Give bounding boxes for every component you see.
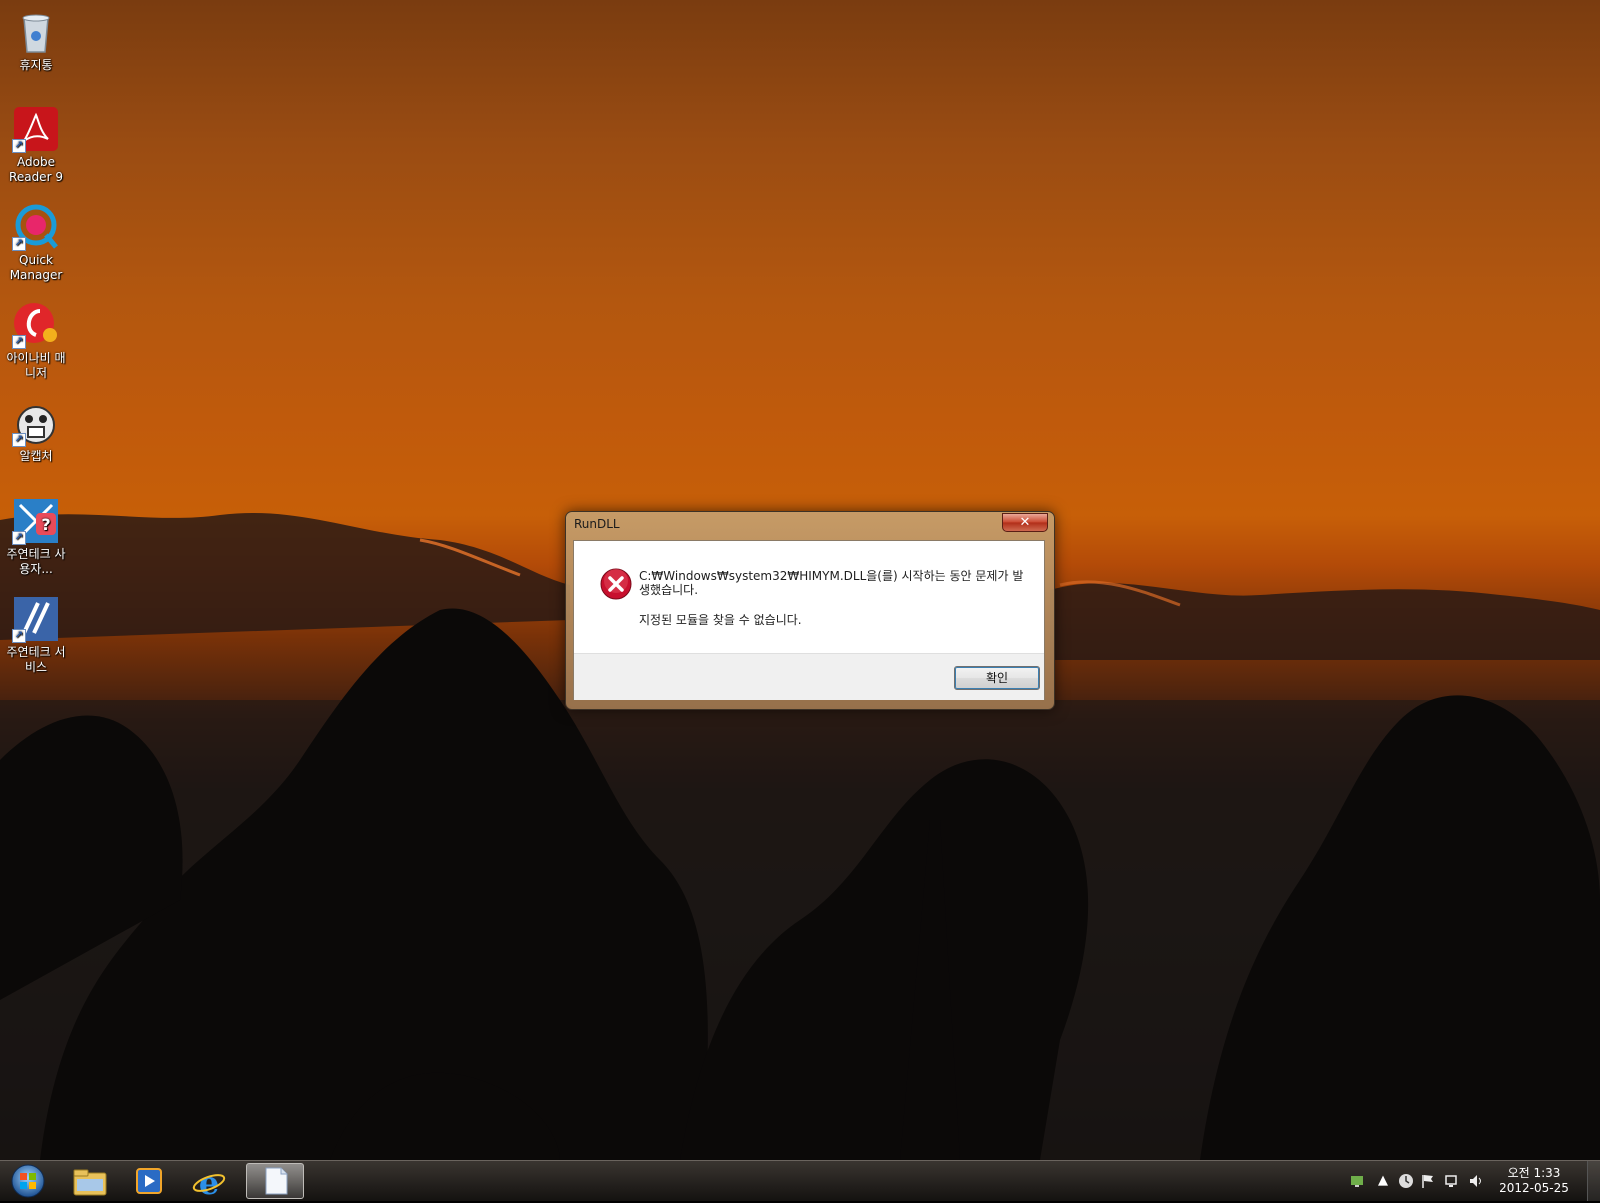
windows-start-icon <box>11 1164 45 1198</box>
shortcut-arrow-icon: ↗ <box>12 433 26 447</box>
svg-text:e: e <box>199 1164 219 1199</box>
notepad-icon <box>265 1167 288 1195</box>
desktop-icon-recycle-bin[interactable]: 휴지통 <box>6 8 66 73</box>
svg-text:?: ? <box>41 515 50 534</box>
taskbar: e ▲ 오전 1:33 2012-05-25 <box>0 1160 1600 1202</box>
show-desktop-button[interactable] <box>1587 1161 1600 1201</box>
dialog-footer: 확인 <box>574 653 1044 700</box>
clock[interactable]: 오전 1:33 2012-05-25 <box>1494 1166 1574 1196</box>
shortcut-arrow-icon: ↗ <box>12 335 26 349</box>
desktop-icon-inavi-manager[interactable]: ↗ 아이나비 매니저 <box>6 301 66 381</box>
taskbar-explorer-button[interactable] <box>60 1163 118 1199</box>
clock-date: 2012-05-25 <box>1499 1181 1569 1195</box>
dialog-message-area: C:₩Windows₩system32₩HIMYM.DLL을(를) 시작하는 동… <box>574 541 1044 653</box>
desktop-icon-label: 알캡처 <box>19 449 53 463</box>
explorer-icon <box>73 1169 107 1196</box>
volume-icon[interactable] <box>1468 1173 1484 1189</box>
system-tray: ▲ 오전 1:33 2012-05-25 <box>1300 1161 1600 1201</box>
show-hidden-icons-chevron-icon[interactable]: ▲ <box>1375 1173 1391 1189</box>
media-player-icon <box>136 1168 162 1194</box>
dialog-title: RunDLL <box>574 517 620 531</box>
network-icon[interactable] <box>1444 1173 1460 1189</box>
error-detail: 지정된 모듈을 찾을 수 없습니다. <box>639 613 802 627</box>
clock-time: 오전 1:33 <box>1507 1166 1561 1180</box>
desktop-icon-quick-manager[interactable]: ↗ Quick Manager <box>6 203 66 283</box>
alcapture-icon: ↗ <box>12 399 60 447</box>
update-status-icon[interactable] <box>1398 1173 1414 1189</box>
network-status-icon[interactable] <box>1349 1173 1365 1189</box>
jooyon-service-icon: ↗ <box>12 595 60 643</box>
jooyon-user-icon: ? ↗ <box>12 497 60 545</box>
shortcut-arrow-icon: ↗ <box>12 531 26 545</box>
ok-button[interactable]: 확인 <box>954 666 1040 690</box>
desktop-icon-jooyon-user[interactable]: ? ↗ 주연테크 사용자... <box>6 497 66 577</box>
desktop-icon-alcapture[interactable]: ↗ 알캡처 <box>6 399 66 464</box>
inavi-manager-icon: ↗ <box>12 301 60 349</box>
desktop-icon-adobe-reader[interactable]: ↗ Adobe Reader 9 <box>6 105 66 185</box>
desktop-icon-label: 주연테크 사용자... <box>6 547 66 576</box>
recycle-bin-icon <box>12 8 60 56</box>
shortcut-arrow-icon: ↗ <box>12 139 26 153</box>
taskbar-media-player-button[interactable] <box>120 1163 178 1199</box>
desktop-icon-label: Quick Manager <box>9 253 63 282</box>
desktop-icon-jooyon-service[interactable]: ↗ 주연테크 서비스 <box>6 595 66 675</box>
action-center-flag-icon[interactable] <box>1420 1173 1436 1189</box>
close-button[interactable]: ✕ <box>1002 513 1048 532</box>
taskbar-internet-explorer-button[interactable]: e <box>180 1163 238 1202</box>
quick-manager-icon: ↗ <box>12 203 60 251</box>
desktop-icon-label: Adobe Reader 9 <box>9 155 63 184</box>
shortcut-arrow-icon: ↗ <box>12 237 26 251</box>
desktop-icon-label: 아이나비 매니저 <box>6 351 66 380</box>
rundll-dialog: RunDLL ✕ C:₩Windows₩system32₩HIMYM.DLL을(… <box>565 511 1055 710</box>
internet-explorer-icon: e <box>192 1164 226 1202</box>
error-message: C:₩Windows₩system32₩HIMYM.DLL을(를) 시작하는 동… <box>639 569 1024 597</box>
shortcut-arrow-icon: ↗ <box>12 629 26 643</box>
start-button[interactable] <box>5 1163 51 1199</box>
adobe-reader-icon: ↗ <box>12 105 60 153</box>
error-icon <box>600 568 632 600</box>
taskbar-notepad-button[interactable] <box>246 1163 304 1199</box>
desktop-icon-label: 주연테크 서비스 <box>6 645 66 674</box>
desktop-icon-label: 휴지통 <box>19 58 53 72</box>
dialog-client-area: C:₩Windows₩system32₩HIMYM.DLL을(를) 시작하는 동… <box>573 540 1045 700</box>
